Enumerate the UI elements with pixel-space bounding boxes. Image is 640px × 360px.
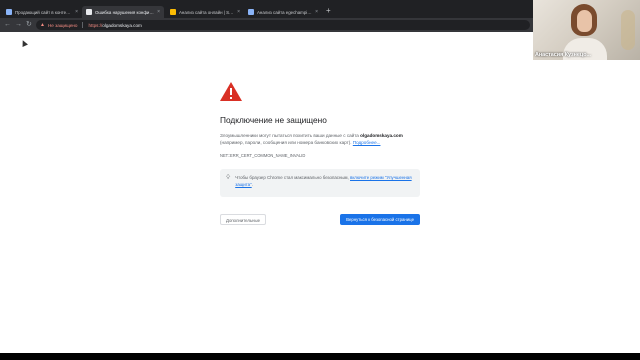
notice-body: Чтобы браузер Chrome стал максимально бе… bbox=[235, 175, 350, 180]
tab-2-active[interactable]: Ошибка нарушения конфиденц... × bbox=[82, 6, 164, 18]
mouse-cursor-icon bbox=[20, 39, 28, 47]
divider bbox=[82, 22, 84, 28]
description-text-2: (например, пароли, сообщения или номера … bbox=[220, 140, 353, 145]
domain-name: olgadomskaya.com bbox=[360, 133, 403, 138]
tab-favicon-icon bbox=[6, 9, 12, 15]
new-tab-button[interactable]: + bbox=[326, 7, 331, 15]
tab-close-icon[interactable]: × bbox=[315, 9, 318, 15]
tab-title: Анализ сайта egechampion.ru bbox=[257, 9, 313, 15]
back-to-safety-button[interactable]: Вернуться к безопасной странице bbox=[340, 214, 420, 225]
error-code: NET::ERR_CERT_COMMON_NAME_INVALID bbox=[220, 153, 306, 158]
browser-screen: Продающий сайт в контекс-н... × Ошибка н… bbox=[0, 0, 640, 353]
presenter-face bbox=[577, 10, 592, 32]
tab-4[interactable]: Анализ сайта egechampion.ru × bbox=[244, 6, 322, 18]
background-object bbox=[621, 10, 635, 50]
tab-3[interactable]: Анализ сайта онлайн | SEO-ауд... × bbox=[166, 6, 244, 18]
tab-close-icon[interactable]: × bbox=[237, 9, 240, 15]
button-row: Дополнительные Вернуться к безопасной ст… bbox=[220, 214, 420, 226]
advanced-button[interactable]: Дополнительные bbox=[220, 214, 267, 225]
learn-more-link[interactable]: Подробнее... bbox=[353, 140, 381, 145]
notice-text: Чтобы браузер Chrome стал максимально бе… bbox=[235, 175, 414, 188]
webcam-overlay: Анастасия Кузнецо... bbox=[533, 0, 640, 60]
back-arrow-icon[interactable]: ← bbox=[4, 20, 11, 30]
security-warning-icon bbox=[220, 82, 242, 101]
tab-title: Продающий сайт в контекс-н... bbox=[15, 9, 73, 15]
notice-end: . bbox=[251, 181, 253, 187]
tab-close-icon[interactable]: × bbox=[75, 9, 78, 15]
participant-name: Анастасия Кузнецо... bbox=[535, 52, 591, 58]
tab-title: Анализ сайта онлайн | SEO-ауд... bbox=[179, 9, 234, 15]
enhanced-protection-notice: 💡︎ Чтобы браузер Chrome стал максимально… bbox=[220, 169, 420, 197]
reload-icon[interactable]: ↻ bbox=[26, 20, 32, 30]
address-bar[interactable]: ▲ Не защищено https:// olgadomskaya.com bbox=[36, 20, 530, 30]
page-title: Подключение не защищено bbox=[220, 115, 327, 125]
warning-triangle-icon[interactable]: ▲ bbox=[40, 22, 45, 28]
interstitial-content: Подключение не защищено Злоумышленники м… bbox=[220, 82, 420, 226]
description-text: Злоумышленники могут пытаться похитить в… bbox=[220, 133, 361, 138]
tab-favicon-icon bbox=[170, 9, 176, 15]
description: Злоумышленники могут пытаться похитить в… bbox=[220, 132, 420, 146]
lightbulb-icon: 💡︎ bbox=[226, 175, 231, 181]
tab-close-icon[interactable]: × bbox=[157, 9, 160, 15]
tab-1[interactable]: Продающий сайт в контекс-н... × bbox=[2, 6, 82, 18]
security-label[interactable]: Не защищено bbox=[48, 23, 78, 28]
tab-title: Ошибка нарушения конфиденц... bbox=[95, 9, 154, 15]
tab-favicon-icon bbox=[86, 9, 92, 15]
tab-favicon-icon bbox=[248, 9, 254, 15]
url-protocol: https:// bbox=[88, 22, 103, 28]
url-host: olgadomskaya.com bbox=[102, 22, 142, 28]
forward-arrow-icon[interactable]: → bbox=[15, 20, 22, 30]
